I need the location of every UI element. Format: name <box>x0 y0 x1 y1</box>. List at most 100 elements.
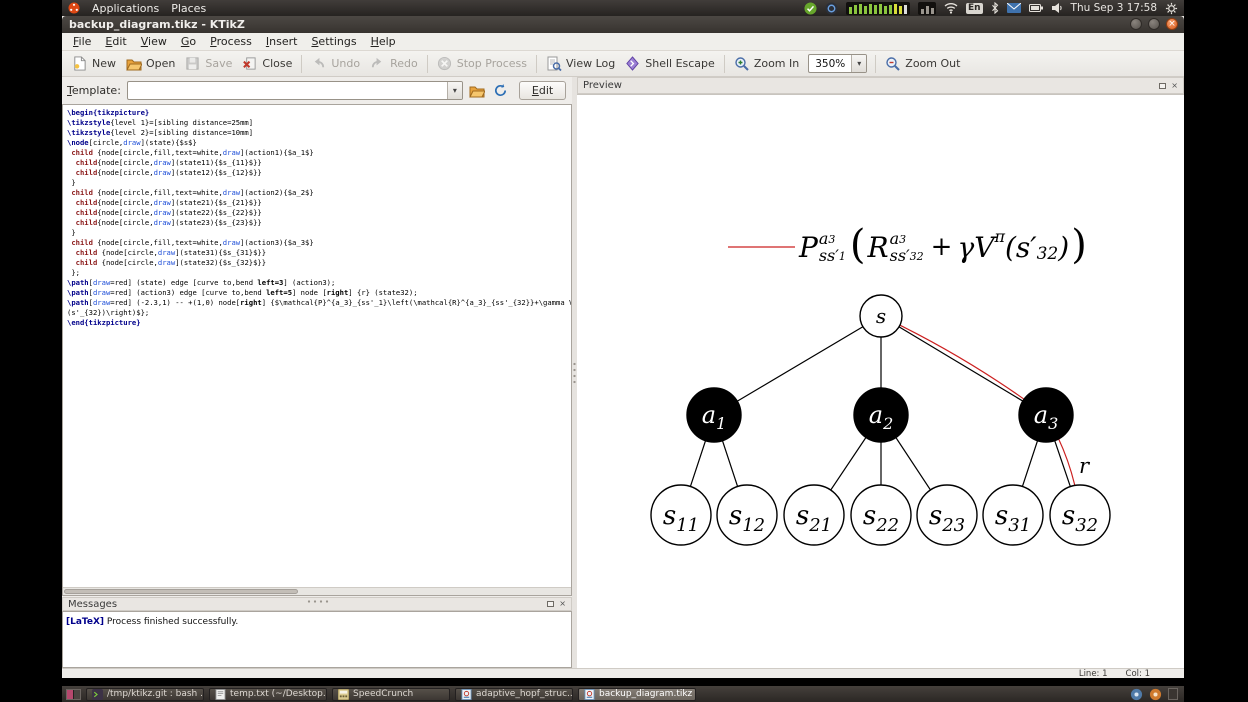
places-menu[interactable]: Places <box>171 2 206 15</box>
code-line: \node[circle,draw](state){$s$} <box>67 138 197 147</box>
toolbar-button-label: Save <box>205 57 233 70</box>
code-editor[interactable]: \begin{tikzpicture} \tikzstyle{level 1}=[… <box>62 104 572 596</box>
tikz-preview-canvas: s a1 a2 a3 s11 s12 s21 s22 s23 s31 s32 r <box>650 246 1111 546</box>
messages-undock-icon[interactable] <box>547 601 555 607</box>
menu-go[interactable]: Go <box>174 33 203 50</box>
toolbar-button-zoom-out[interactable]: Zoom Out <box>880 54 965 74</box>
template-combo-arrow-icon[interactable]: ▾ <box>446 82 462 99</box>
template-reload-button[interactable] <box>491 81 511 101</box>
messages-header: Messages × <box>62 597 572 611</box>
tray-icon-2[interactable] <box>1149 688 1162 701</box>
menu-view[interactable]: View <box>134 33 174 50</box>
toolbar-button-open[interactable]: Open <box>121 54 180 74</box>
save-icon <box>185 56 201 72</box>
toolbar-separator <box>536 54 537 73</box>
view-log-icon <box>546 56 562 72</box>
session-gear-icon[interactable] <box>1165 2 1178 15</box>
desktop: Applications Places En Thu Sep 3 17:58 b… <box>62 0 1184 702</box>
zoom-combo-arrow-icon[interactable]: ▾ <box>851 55 867 72</box>
status-col: Col: 1 <box>1125 668 1150 679</box>
shell-escape-icon <box>625 55 641 72</box>
bluetooth-icon[interactable] <box>991 2 999 14</box>
window-close-button[interactable]: × <box>1166 18 1178 30</box>
toolbar-button-close[interactable]: Close <box>237 54 297 74</box>
maximize-button[interactable] <box>1148 18 1160 30</box>
tray-icon-1[interactable] <box>1130 688 1143 701</box>
horizontal-splitter-grip[interactable] <box>306 600 330 603</box>
template-edit-button[interactable]: Edit <box>518 81 567 100</box>
menu-help[interactable]: Help <box>364 33 403 50</box>
code-line: } <box>67 228 76 237</box>
battery-icon[interactable] <box>1028 4 1043 12</box>
workspace-switcher[interactable] <box>66 688 81 700</box>
code-line: \tikzstyle{level 1}=[sibling distance=25… <box>67 118 254 127</box>
code-line: child {node[circle,draw](state32){$s_{32… <box>75 258 267 267</box>
session-indicator-icon[interactable] <box>825 1 838 15</box>
mail-icon[interactable] <box>1006 3 1021 13</box>
toolbar-button-new[interactable]: New <box>67 54 121 74</box>
code-line: \path[draw=red] (action3) edge [curve to… <box>67 288 418 297</box>
toolbar-button-label: Shell Escape <box>645 57 715 70</box>
applications-menu[interactable]: Applications <box>92 2 159 15</box>
titlebar[interactable]: backup_diagram.tikz - KTikZ × <box>62 16 1184 33</box>
toolbar-separator <box>426 54 428 73</box>
menu-settings[interactable]: Settings <box>304 33 363 50</box>
close-icon <box>242 56 258 72</box>
minimize-button[interactable] <box>1130 18 1142 30</box>
zoom-in-icon <box>734 56 750 72</box>
editor-horizontal-scrollbar[interactable] <box>63 587 571 595</box>
menu-insert[interactable]: Insert <box>259 33 305 50</box>
menu-file[interactable]: File <box>66 33 98 50</box>
preview-close-icon[interactable]: × <box>1171 81 1178 90</box>
code-line: child{node[circle,draw](state22){$s_{22}… <box>75 208 262 217</box>
code-line: child {node[circle,fill,text=white,draw]… <box>71 188 314 197</box>
code-line: child{node[circle,draw](state21){$s_{21}… <box>75 198 262 207</box>
svg-text:s: s <box>876 304 886 328</box>
screen: Applications Places En Thu Sep 3 17:58 b… <box>0 0 1248 702</box>
open-icon <box>126 56 142 72</box>
code-line: } <box>67 178 76 187</box>
keyboard-layout-indicator[interactable]: En <box>965 2 983 14</box>
menu-bar: File Edit View Go Process Insert Settings Help <box>62 33 1184 51</box>
audio-meter-applet[interactable] <box>845 1 910 15</box>
code-line: }; <box>67 268 80 277</box>
calculator-icon <box>338 688 349 700</box>
template-combobox[interactable]: ▾ <box>126 81 463 100</box>
toolbar-button-shell-escape[interactable]: Shell Escape <box>620 54 720 74</box>
secondary-meter-applet[interactable] <box>917 1 936 15</box>
tikz-document-icon <box>584 688 595 700</box>
log-text: Process finished successfully. <box>104 617 239 627</box>
code-line: child{node[circle,draw](state23){$s_{23}… <box>75 218 262 227</box>
messages-pane: [LaTeX] Process finished successfully. <box>62 611 572 668</box>
task-items: /tmp/ktikz.git : bash ... temp.txt (~/Des… <box>86 687 696 701</box>
highlight-path <box>728 246 1081 516</box>
taskbar-item-label: backup_diagram.tikz ... <box>599 689 696 699</box>
taskbar-item-5[interactable]: backup_diagram.tikz ... <box>578 687 696 701</box>
volume-icon[interactable] <box>1051 2 1063 14</box>
zoom-level-value: 350% <box>815 57 846 70</box>
clock[interactable]: Thu Sep 3 17:58 <box>1071 2 1157 14</box>
taskbar-item-4[interactable]: adaptive_hopf_struc... <box>455 687 573 701</box>
taskbar-item-2[interactable]: temp.txt (~/Desktop... <box>209 687 327 701</box>
toolbar-button-zoom-in[interactable]: Zoom In <box>729 54 804 74</box>
reward-edge-label: r <box>1079 454 1091 478</box>
wifi-icon[interactable] <box>944 2 958 14</box>
zoom-level-combobox[interactable]: 350% ▾ <box>808 54 868 73</box>
update-ok-icon[interactable] <box>804 1 817 15</box>
taskbar-item-1[interactable]: /tmp/ktikz.git : bash ... <box>86 687 204 701</box>
preview-undock-icon[interactable] <box>1159 82 1167 89</box>
menu-edit[interactable]: Edit <box>98 33 133 50</box>
toolbar-button-view-log[interactable]: View Log <box>541 54 620 74</box>
taskbar-item-3[interactable]: SpeedCrunch <box>332 687 450 701</box>
log-line: [LaTeX] Process finished successfully. <box>63 612 571 632</box>
toolbar-button-label: Undo <box>331 57 361 70</box>
scrollbar-thumb[interactable] <box>64 589 298 594</box>
distro-logo-icon <box>68 2 80 14</box>
template-open-button[interactable] <box>467 81 487 101</box>
menu-process[interactable]: Process <box>203 33 259 50</box>
taskbar-item-label: temp.txt (~/Desktop... <box>230 689 327 699</box>
show-desktop-button[interactable] <box>1168 688 1178 700</box>
ktikz-window: backup_diagram.tikz - KTikZ × File Edit Vi… <box>62 16 1184 679</box>
code-content: \begin{tikzpicture} \tikzstyle{level 1}=[… <box>63 105 571 328</box>
messages-close-icon[interactable]: × <box>559 600 566 608</box>
